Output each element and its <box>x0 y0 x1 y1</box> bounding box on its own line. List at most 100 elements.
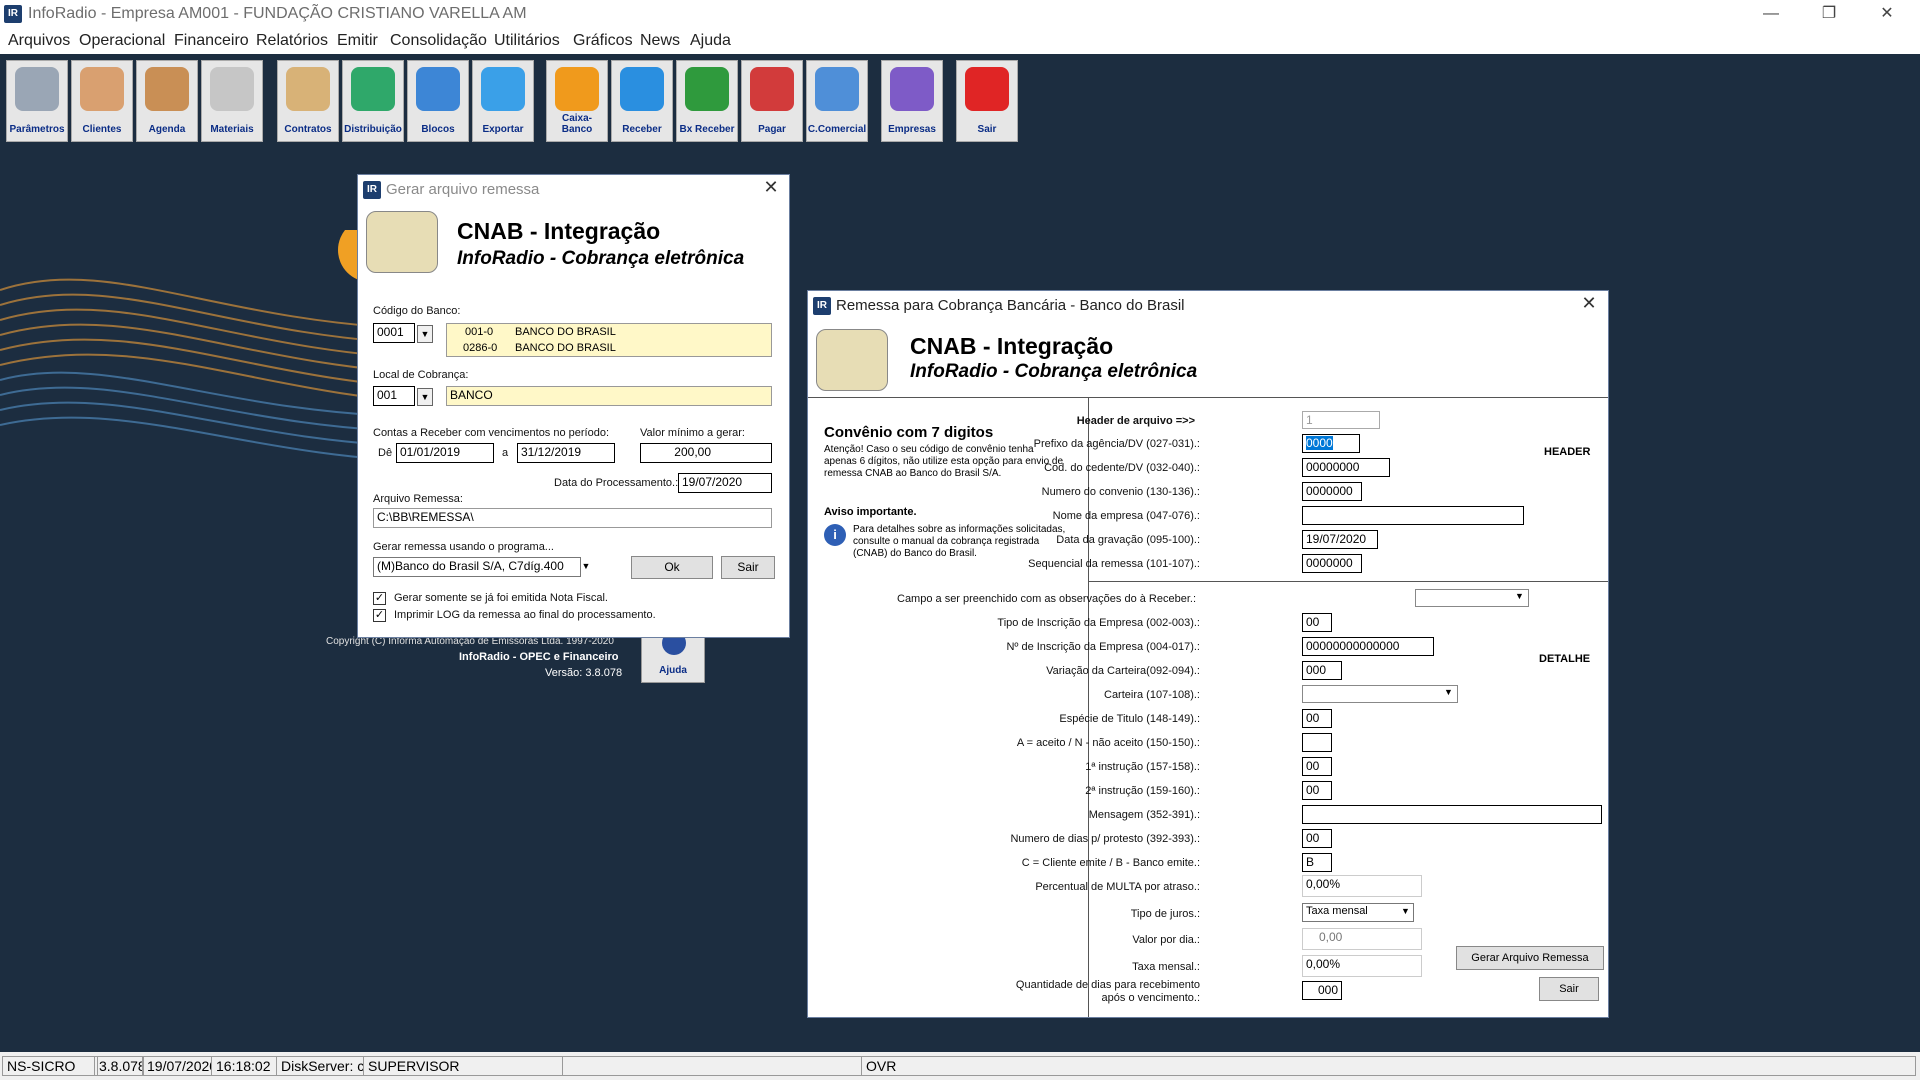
prefixo-input[interactable]: 0000 <box>1302 434 1360 453</box>
protesto-input[interactable]: 00 <box>1302 829 1332 848</box>
variacao-input[interactable]: 000 <box>1302 661 1342 680</box>
toolbar-caixa-banco[interactable]: Caixa-Banco <box>546 60 608 142</box>
cedente-input[interactable]: 00000000 <box>1302 458 1390 477</box>
aceito-input[interactable] <box>1302 733 1332 752</box>
menu-graficos[interactable]: Gráficos <box>573 32 633 50</box>
observacoes-select[interactable] <box>1415 589 1529 607</box>
program-select[interactable]: (M)Banco do Brasil S/A, C7díg.400 <box>373 557 581 577</box>
cedente-label: Cod. do cedente/DV (032-040).: <box>1044 462 1200 474</box>
toolbar-blocos[interactable]: Blocos <box>407 60 469 142</box>
header-section-label: HEADER <box>1544 446 1591 458</box>
clipboard-icon <box>286 67 330 111</box>
version-text: Versão: 3.8.078 <box>545 667 623 679</box>
toolbar-clientes[interactable]: Clientes <box>71 60 133 142</box>
toolbar-contratos[interactable]: Contratos <box>277 60 339 142</box>
menu-relatorios[interactable]: Relatórios <box>256 32 328 50</box>
menu-operacional[interactable]: Operacional <box>79 32 165 50</box>
exit-button[interactable]: Sair <box>1539 977 1599 1001</box>
num-inscricao-label: Nº de Inscrição da Empresa (004-017).: <box>1006 641 1200 653</box>
prefixo-selected-text: 0000 <box>1306 436 1333 450</box>
detail-section-label: DETALHE <box>1539 653 1591 665</box>
date-to-input[interactable]: 31/12/2019 <box>517 443 615 463</box>
local-dropdown-button[interactable]: ▼ <box>417 388 433 406</box>
toolbar-agenda[interactable]: Agenda <box>136 60 198 142</box>
toolbar-distribuicao[interactable]: Distribuição <box>342 60 404 142</box>
taxa-mensal-label: Taxa mensal.: <box>1132 961 1200 973</box>
tipo-juros-dropdown-icon[interactable]: ▼ <box>1401 906 1410 916</box>
toolbar-sair[interactable]: Sair <box>956 60 1018 142</box>
gerar-remessa-dialog: IR Gerar arquivo remessa ✕ CNAB - Integr… <box>357 174 790 638</box>
instrucao2-input[interactable]: 00 <box>1302 781 1332 800</box>
toolbar-exportar[interactable]: Exportar <box>472 60 534 142</box>
emite-input[interactable]: B <box>1302 853 1332 872</box>
menu-news[interactable]: News <box>640 32 680 50</box>
date-from-input[interactable]: 01/01/2019 <box>396 443 494 463</box>
multa-input[interactable]: 0,00% <box>1302 875 1422 897</box>
header-arquivo-select[interactable]: 1 <box>1302 411 1380 429</box>
minimize-button[interactable]: — <box>1748 0 1794 28</box>
toolbar-bx-receber[interactable]: Bx Receber <box>676 60 738 142</box>
menu-utilitarios[interactable]: Utilitários <box>494 32 560 50</box>
aviso-title: Aviso importante. <box>824 506 917 518</box>
menu-consolidacao[interactable]: Consolidação <box>390 32 487 50</box>
dialog-close-button[interactable]: ✕ <box>756 177 786 201</box>
dialog-title: Gerar arquivo remessa <box>386 181 540 198</box>
status-user: SUPERVISOR <box>363 1056 563 1076</box>
empresa-input[interactable] <box>1302 506 1524 525</box>
bank-list[interactable]: 001-0 BANCO DO BRASIL 0286-0 BANCO DO BR… <box>446 323 772 357</box>
carteira-select[interactable] <box>1302 685 1458 703</box>
instrucao1-input[interactable]: 00 <box>1302 757 1332 776</box>
mensagem-input[interactable] <box>1302 805 1602 824</box>
status-bar: NS-SICRO 3.8.078 19/07/2020 16:18:02 Dis… <box>0 1052 1920 1080</box>
bank-code-input[interactable]: 0001 <box>373 323 415 343</box>
nota-fiscal-checkbox[interactable]: ✓ <box>373 592 386 605</box>
close-button[interactable]: ✕ <box>1864 0 1910 28</box>
dialog-close-button[interactable]: ✕ <box>1574 293 1604 317</box>
tipo-inscricao-input[interactable]: 00 <box>1302 613 1332 632</box>
menu-arquivos[interactable]: Arquivos <box>8 32 70 50</box>
print-log-checkbox[interactable]: ✓ <box>373 609 386 622</box>
file-path-input[interactable]: C:\BB\REMESSA\ <box>373 508 772 528</box>
carteira-label: Carteira (107-108).: <box>1104 689 1200 701</box>
cnab-subheading: InfoRadio - Cobrança eletrônica <box>457 248 745 269</box>
valor-dia-input[interactable]: 0,00 <box>1302 928 1422 950</box>
qtd-dias-label: Quantidade de dias para recebimento <box>1015 979 1200 991</box>
cnab-heading: CNAB - Integração <box>457 218 661 244</box>
bank-code-dropdown-button[interactable]: ▼ <box>417 325 433 343</box>
person-icon <box>80 67 124 111</box>
header-arquivo-label: Header de arquivo =>> <box>1076 415 1195 427</box>
sequencial-input[interactable]: 0000000 <box>1302 554 1362 573</box>
proc-date-label: Data do Processamento.: <box>554 477 679 489</box>
toolbar-receber[interactable]: Receber <box>611 60 673 142</box>
toolbar-pagar[interactable]: Pagar <box>741 60 803 142</box>
toolbar-empresas[interactable]: Empresas <box>881 60 943 142</box>
sequencial-label: Sequencial da remessa (101-107).: <box>1028 558 1200 570</box>
num-inscricao-input[interactable]: 00000000000000 <box>1302 637 1434 656</box>
observacoes-dropdown-icon[interactable]: ▼ <box>1515 591 1524 601</box>
toolbar-materiais[interactable]: Materiais <box>201 60 263 142</box>
restore-button[interactable]: ❐ <box>1806 0 1852 28</box>
toolbar-c-comercial[interactable]: C.Comercial <box>806 60 868 142</box>
tipo-juros-select[interactable]: Taxa mensal <box>1302 903 1414 922</box>
gravacao-input[interactable]: 19/07/2020 <box>1302 530 1378 549</box>
local-code-input[interactable]: 001 <box>373 386 415 406</box>
convenio-input[interactable]: 0000000 <box>1302 482 1362 501</box>
qtd-dias-input[interactable]: 000 <box>1302 981 1342 1000</box>
proc-date-input[interactable]: 19/07/2020 <box>678 473 772 493</box>
menu-financeiro[interactable]: Financeiro <box>174 32 249 50</box>
status-system: NS-SICRO <box>2 1056 98 1076</box>
program-dropdown-button[interactable]: ▼ <box>578 559 594 575</box>
gerar-arquivo-remessa-button[interactable]: Gerar Arquivo Remessa <box>1456 946 1604 970</box>
local-name-field[interactable]: BANCO <box>446 386 772 406</box>
carteira-dropdown-icon[interactable]: ▼ <box>1444 687 1453 697</box>
ok-button[interactable]: Ok <box>631 556 713 579</box>
menu-ajuda[interactable]: Ajuda <box>690 32 731 50</box>
gears-icon <box>15 67 59 111</box>
especie-input[interactable]: 00 <box>1302 709 1332 728</box>
toolbar-parametros[interactable]: Parâmetros <box>6 60 68 142</box>
emite-label: C = Cliente emite / B - Banco emite.: <box>1021 857 1200 869</box>
taxa-mensal-input[interactable]: 0,00% <box>1302 955 1422 977</box>
exit-button[interactable]: Sair <box>721 556 775 579</box>
min-value-input[interactable]: 200,00 <box>640 443 772 463</box>
menu-emitir[interactable]: Emitir <box>337 32 378 50</box>
